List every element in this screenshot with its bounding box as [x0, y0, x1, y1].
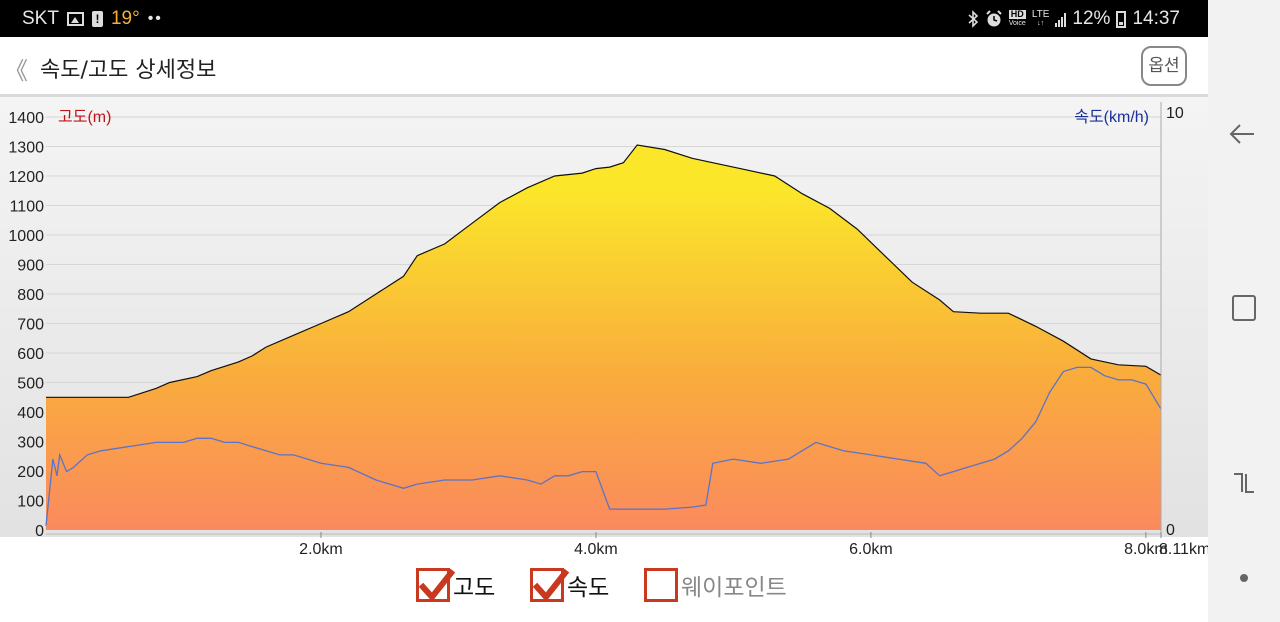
y-left-tick-label: 0	[35, 523, 44, 540]
y-left-tick-label: 900	[17, 258, 44, 275]
battery-icon	[1116, 10, 1127, 28]
waypoint-checkbox[interactable]	[644, 568, 678, 602]
hd-label: HD	[1008, 10, 1026, 19]
alert-notification-icon: !	[91, 11, 103, 27]
legend-altitude-toggle[interactable]: 고도	[416, 568, 495, 602]
y-left-tick-label: 100	[17, 494, 44, 511]
y-left-tick-label: 200	[17, 464, 44, 481]
y-left-tick-label: 1300	[8, 140, 44, 157]
options-button[interactable]: 옵션	[1141, 46, 1187, 86]
y-left-tick-label: 1000	[8, 228, 44, 245]
legend-label-waypoint: 웨이포인트	[681, 575, 787, 601]
y-left-tick-label: 500	[17, 376, 44, 393]
lte-label: LTE	[1031, 9, 1050, 20]
carrier-label: SKT	[22, 8, 59, 29]
x-tick-label: 4.0km	[574, 541, 618, 558]
alarm-icon	[985, 10, 1002, 27]
legend-label-speed: 속도	[567, 575, 610, 601]
app-header: 《 속도/고도 상세정보 옵션	[0, 37, 1208, 97]
y-right-tick-label: 10	[1166, 105, 1184, 122]
legend-waypoint-toggle[interactable]: 웨이포인트	[644, 568, 787, 602]
recent-apps-icon[interactable]	[1224, 462, 1264, 502]
signal-strength-icon	[1055, 12, 1067, 27]
y-left-tick-label: 1200	[8, 169, 44, 186]
chart-legend: 고도 속도 웨이포인트	[0, 565, 1208, 622]
y-left-tick-label: 400	[17, 405, 44, 422]
x-tick-label: 8.11km	[1159, 541, 1208, 558]
y-left-tick-label: 800	[17, 287, 44, 304]
y-left-tick-label: 1100	[10, 199, 45, 216]
battery-percent: 12%	[1072, 8, 1111, 29]
back-arrow-icon[interactable]	[1224, 114, 1264, 154]
clock-time: 14:37	[1132, 8, 1180, 29]
legend-speed-toggle[interactable]: 속도	[530, 568, 609, 602]
status-bar: SKT ! 19° •• HD Voice LTE ↓↑ 12% 14:37	[0, 0, 1208, 37]
y-right-tick-label: 0	[1166, 522, 1175, 539]
voice-label: Voice	[1008, 20, 1026, 27]
lte-icon: LTE ↓↑	[1032, 10, 1050, 28]
checkmark-icon	[418, 568, 456, 602]
speed-altitude-chart: 1400 1300 1200 1100 1000 900 800 700 600 500 400 30…	[0, 97, 1210, 567]
right-axis-label: 속도(km/h)	[1074, 108, 1149, 126]
system-nav-bar	[1208, 0, 1280, 622]
altitude-checkbox[interactable]	[416, 568, 456, 602]
checkmark-icon	[532, 568, 570, 602]
back-button[interactable]: 《	[4, 51, 28, 86]
y-left-tick-label: 300	[17, 435, 44, 452]
chart-canvas: 1400130012001100100090080070060050040030…	[0, 97, 1210, 558]
page-title: 속도/고도 상세정보	[40, 58, 217, 83]
y-left-tick-label: 600	[17, 346, 44, 363]
lte-arrows: ↓↑	[1037, 20, 1045, 27]
y-left-tick-label: 1400	[8, 110, 44, 127]
y-left-tick-label: 700	[17, 317, 44, 334]
temperature-label: 19°	[110, 8, 140, 29]
image-notification-icon	[66, 12, 84, 26]
left-axis-label: 고도(m)	[58, 109, 111, 126]
x-tick-label: 2.0km	[299, 541, 343, 558]
speed-checkbox[interactable]	[530, 568, 570, 602]
x-tick-label: 6.0km	[849, 541, 893, 558]
keyboard-dot-icon[interactable]	[1224, 558, 1264, 598]
legend-label-altitude: 고도	[453, 575, 496, 601]
bluetooth-icon	[968, 10, 978, 28]
home-square-icon[interactable]	[1224, 288, 1264, 328]
more-notifications-icon: ••	[147, 10, 163, 27]
hd-voice-icon: HD Voice	[1008, 10, 1026, 28]
